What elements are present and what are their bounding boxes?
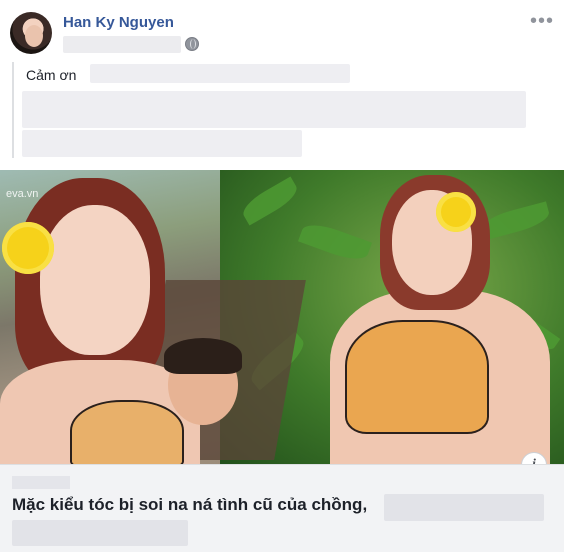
avatar[interactable]	[10, 12, 52, 54]
more-options-button[interactable]: •••	[530, 10, 554, 33]
timestamp-blurred[interactable]	[63, 36, 181, 53]
link-preview-image[interactable]: eva.vn	[0, 170, 564, 464]
globe-icon	[185, 37, 199, 51]
title-blurred	[384, 494, 544, 521]
post-card: Han Ky Nguyen ••• Cảm ơn eva.vn i Mặc ki…	[0, 0, 564, 552]
watermark: eva.vn	[6, 188, 39, 200]
flower-icon	[436, 192, 476, 232]
domain-blurred	[12, 476, 70, 489]
title-blurred	[12, 520, 188, 546]
caption-blurred	[22, 130, 302, 157]
flower-icon	[2, 222, 54, 274]
link-preview-panel[interactable]: Mặc kiểu tóc bị soi na ná tình cũ của ch…	[0, 464, 564, 552]
post-caption: Cảm ơn	[26, 67, 77, 83]
quote-bar	[12, 62, 14, 158]
link-title[interactable]: Mặc kiểu tóc bị soi na ná tình cũ của ch…	[12, 495, 367, 515]
caption-blurred	[22, 91, 526, 128]
woman-left	[40, 205, 150, 355]
author-name[interactable]: Han Ky Nguyen	[63, 14, 174, 31]
caption-blurred	[90, 64, 350, 83]
man	[158, 320, 278, 460]
